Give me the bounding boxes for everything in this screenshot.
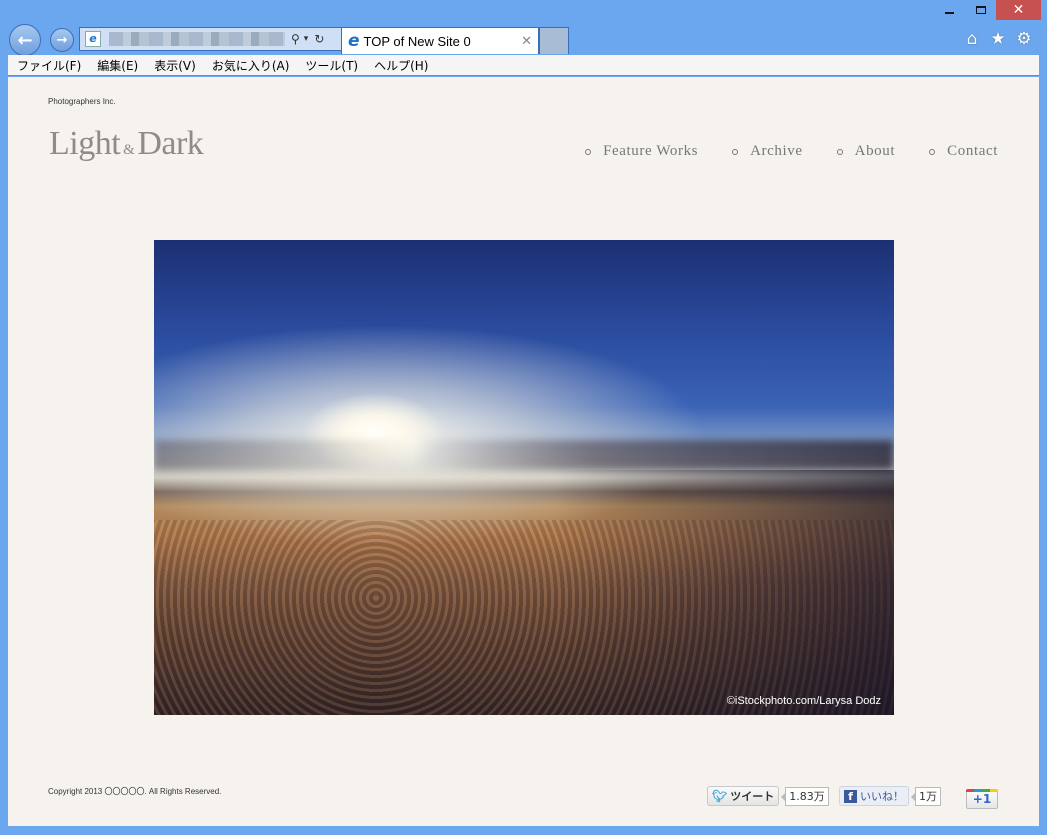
site-logo[interactable]: Light &Dark: [49, 125, 204, 163]
circle-bullet-icon: [585, 148, 592, 155]
nav-about[interactable]: About: [836, 143, 896, 160]
google-plusone-button[interactable]: +1: [966, 789, 998, 809]
settings-gear-icon[interactable]: ⚙: [1015, 29, 1033, 49]
dropdown-icon[interactable]: ▾: [304, 34, 309, 44]
logo-word-dark: Dark: [137, 125, 204, 162]
maximize-icon: [975, 6, 986, 14]
ie-logo-icon: e: [348, 31, 360, 51]
company-name: Photographers Inc.: [48, 97, 116, 106]
menu-help[interactable]: ヘルプ(H): [374, 57, 428, 74]
nav-label: Feature Works: [603, 143, 699, 159]
hero-horizon-layer: [154, 440, 894, 470]
menu-file[interactable]: ファイル(F): [17, 57, 81, 74]
close-icon: ✕: [1012, 2, 1025, 18]
forward-button[interactable]: →: [50, 28, 74, 52]
nav-label: Contact: [947, 143, 998, 159]
hero-shade-layer: [554, 470, 894, 715]
menu-bar: ファイル(F) 編集(E) 表示(V) お気に入り(A) ツール(T) ヘルプ(…: [8, 55, 1039, 76]
address-url-blurred[interactable]: [109, 32, 285, 46]
logo-ampersand: &: [123, 142, 135, 158]
menu-favorites[interactable]: お気に入り(A): [212, 57, 290, 74]
minimize-icon: [945, 12, 954, 14]
web-page: Photographers Inc. Light &Dark Feature Wo…: [8, 77, 1039, 826]
circle-bullet-icon: [732, 148, 739, 155]
back-button[interactable]: ←: [9, 24, 41, 56]
plusone-widget: +1: [966, 789, 998, 809]
nav-label: Archive: [750, 143, 803, 159]
like-widget: f いいね！ 1万: [839, 786, 941, 806]
nav-label: About: [854, 143, 896, 159]
browser-tools: ⌂ ★ ⚙: [963, 29, 1033, 49]
tweet-button[interactable]: 🐦︎ ツイート: [707, 786, 780, 806]
tab-title: TOP of New Site 0: [363, 33, 471, 49]
address-bar[interactable]: e ⚲ ▾ ↻: [79, 27, 344, 51]
minimize-button[interactable]: [934, 0, 965, 20]
twitter-bird-icon: 🐦︎: [712, 789, 728, 803]
logo-word-light: Light: [49, 125, 121, 162]
global-nav: Feature Works Archive About Contact: [551, 143, 998, 160]
facebook-icon: f: [844, 789, 857, 803]
like-label: いいね！: [860, 790, 904, 803]
circle-bullet-icon: [929, 148, 936, 155]
tweet-label: ツイート: [730, 790, 775, 803]
ie-page-icon: e: [85, 31, 101, 47]
copyright: Copyright 2013 〇〇〇〇〇. All Rights Reserve…: [48, 787, 222, 796]
facebook-like-button[interactable]: f いいね！: [839, 786, 909, 806]
maximize-button[interactable]: [965, 0, 996, 20]
browser-toolbar: ← → e ⚲ ▾ ↻ e TOP of New Site 0 ✕: [8, 24, 1047, 56]
nav-archive[interactable]: Archive: [732, 143, 803, 160]
nav-feature-works[interactable]: Feature Works: [585, 143, 698, 160]
tweet-count: 1.83万: [781, 786, 829, 806]
circle-bullet-icon: [836, 148, 843, 155]
back-arrow-icon: ←: [17, 29, 33, 51]
new-tab-button[interactable]: [539, 27, 569, 54]
tab-close-icon[interactable]: ✕: [521, 34, 532, 49]
search-icon[interactable]: ⚲: [291, 32, 300, 46]
photo-credit: ©iStockphoto.com/Larysa Dodz: [726, 695, 881, 707]
window-close-button[interactable]: ✕: [996, 0, 1041, 20]
nav-contact[interactable]: Contact: [929, 143, 998, 160]
forward-arrow-icon: →: [56, 32, 68, 48]
refresh-icon[interactable]: ↻: [314, 32, 324, 46]
tab-active[interactable]: e TOP of New Site 0 ✕: [341, 27, 539, 54]
menu-tools[interactable]: ツール(T): [305, 57, 358, 74]
tweet-widget: 🐦︎ ツイート 1.83万: [707, 786, 829, 806]
home-icon[interactable]: ⌂: [963, 29, 981, 49]
menu-edit[interactable]: 編集(E): [97, 57, 138, 74]
hero-image-sky-clouds: ©iStockphoto.com/Larysa Dodz: [154, 240, 894, 715]
favorites-star-icon[interactable]: ★: [989, 29, 1007, 49]
menu-view[interactable]: 表示(V): [154, 57, 196, 74]
window-controls: ✕: [934, 0, 1041, 22]
like-count: 1万: [911, 786, 941, 806]
